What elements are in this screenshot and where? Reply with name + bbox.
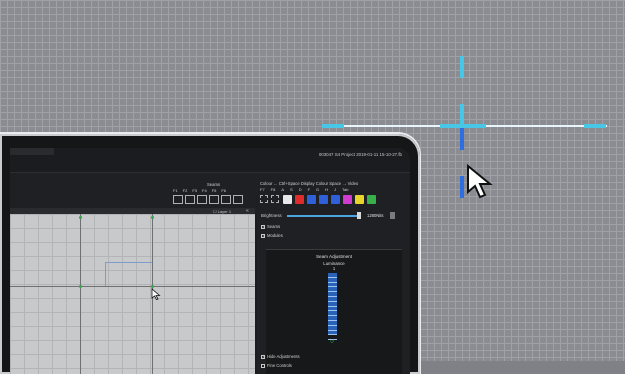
swatch-magenta[interactable] xyxy=(343,195,352,204)
hide-adjustments-label: Hide Adjustments xyxy=(267,354,300,359)
modules-checkbox-label: Modules xyxy=(267,233,283,238)
luminance-slider[interactable] xyxy=(328,273,337,341)
brightness-toggle[interactable] xyxy=(390,212,395,219)
module-marker xyxy=(79,285,82,288)
key-label: H xyxy=(325,187,329,192)
key-label: F4 xyxy=(202,188,207,193)
module-marker xyxy=(79,216,82,219)
seam-segment-lower-selected[interactable] xyxy=(460,128,464,150)
fine-controls-label: Fine Controls xyxy=(267,363,292,368)
unchecked-box-icon xyxy=(261,363,265,368)
brightness-slider-handle[interactable] xyxy=(357,212,361,219)
seams-checkbox-label: Seams xyxy=(267,224,281,229)
seams-checkbox[interactable]: ✓ Seams xyxy=(261,224,280,229)
check-icon: ✓ xyxy=(261,354,265,359)
tab-strip xyxy=(10,148,54,155)
app-window: 003047 S4 Project 2019-01-11 15-10-27.fb… xyxy=(10,148,410,374)
colour-key-labels: F7 F8 A S D F G H J Tab xyxy=(260,187,349,192)
seam-segment-top[interactable] xyxy=(460,56,464,78)
seam-segment-upper[interactable] xyxy=(460,104,464,128)
luminance-value: 1 xyxy=(332,266,336,271)
brightness-slider[interactable] xyxy=(287,215,359,217)
mouse-pointer-icon xyxy=(151,288,161,300)
fine-controls-checkbox[interactable]: Fine Controls xyxy=(261,363,292,368)
module-border xyxy=(10,286,255,287)
seam-mode-buttons xyxy=(173,195,243,204)
modules-checkbox[interactable]: ✓ Modules xyxy=(261,233,283,238)
seam-adjustment-title: Seam Adjustment xyxy=(315,254,352,259)
seam-segment-right[interactable] xyxy=(584,124,606,128)
key-label: F8 xyxy=(270,187,276,192)
key-label: G xyxy=(316,187,320,192)
select-dots-icon[interactable] xyxy=(260,195,268,203)
toolbar: Seams F1 F2 F3 F4 F5 F6 Colour ← Ctrl+Sp… xyxy=(10,172,410,213)
wall-canvas[interactable] xyxy=(10,214,255,374)
swatch-blue[interactable] xyxy=(319,195,328,204)
seam-bottom-icon[interactable] xyxy=(221,195,231,204)
seam-box-icon[interactable] xyxy=(209,195,219,204)
seams-group-title: Seams xyxy=(207,182,221,187)
seam-grid-icon[interactable] xyxy=(173,195,183,204)
key-label: F xyxy=(307,187,311,192)
frame-corners-icon[interactable] xyxy=(271,195,279,203)
swatch-green[interactable] xyxy=(367,195,376,204)
hide-adjustments-checkbox[interactable]: ✓ Hide Adjustments xyxy=(261,354,300,359)
view-mode-buttons xyxy=(260,195,279,203)
reset-icon[interactable]: ↺ xyxy=(330,339,334,345)
key-label: D xyxy=(298,187,302,192)
check-icon: ✓ xyxy=(261,224,265,229)
brightness-label: Brightness xyxy=(261,213,282,218)
module-border xyxy=(80,214,81,374)
swatch-white[interactable] xyxy=(283,195,292,204)
swatch-yellow[interactable] xyxy=(355,195,364,204)
mouse-pointer-icon xyxy=(467,164,493,199)
laptop-frame: 003047 S4 Project 2019-01-11 15-10-27.fb… xyxy=(0,134,420,374)
selected-seam xyxy=(105,262,106,286)
window-title: 003047 S4 Project 2019-01-11 15-10-27.fb xyxy=(318,152,402,157)
seam-segment-left[interactable] xyxy=(322,124,344,128)
swatch-blue[interactable] xyxy=(331,195,340,204)
module-marker xyxy=(151,216,154,219)
key-label: J xyxy=(334,187,337,192)
seam-vertical-icon[interactable] xyxy=(197,195,207,204)
seam-horizontal-icon[interactable] xyxy=(185,195,195,204)
seams-key-labels: F1 F2 F3 F4 F5 F6 xyxy=(173,188,226,193)
check-icon: ✓ xyxy=(261,233,265,238)
key-label: F6 xyxy=(221,188,227,193)
key-label: F1 xyxy=(173,188,178,193)
brightness-value: 1280Nits xyxy=(367,213,384,218)
seam-segment-bottom-selected[interactable] xyxy=(460,176,464,198)
seam-corner-icon[interactable] xyxy=(233,195,243,204)
colour-group-title: Colour ← Ctrl+Space Display Colour Space… xyxy=(260,181,359,186)
key-label: S xyxy=(290,187,293,192)
key-label: F7 xyxy=(260,187,265,192)
key-label: Tab xyxy=(342,187,349,192)
key-label: A xyxy=(281,187,285,192)
colour-swatches xyxy=(283,195,376,204)
selected-seam xyxy=(105,262,152,263)
swatch-red[interactable] xyxy=(295,195,304,204)
key-label: F3 xyxy=(192,188,198,193)
key-label: F2 xyxy=(182,188,188,193)
side-panel: Brightness 1280Nits ✓ Seams ✓ Modules Seam… xyxy=(257,208,410,374)
swatch-blue[interactable] xyxy=(307,195,316,204)
key-label: F5 xyxy=(211,188,217,193)
